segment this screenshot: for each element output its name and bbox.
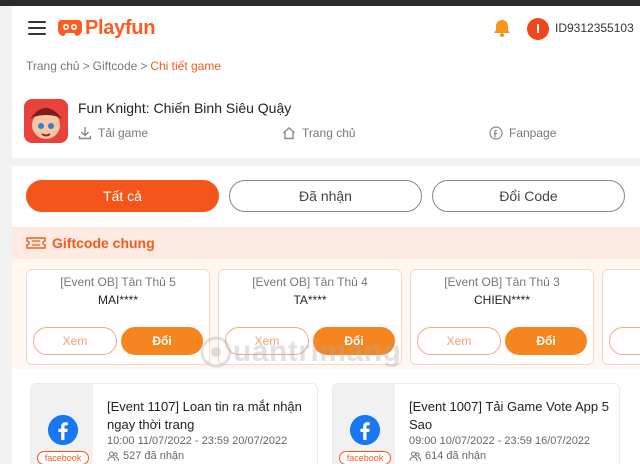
download-game-link[interactable]: Tải game — [78, 126, 148, 140]
event-title[interactable]: [Event 1007] Tải Game Vote App 5 Sao — [409, 398, 615, 434]
download-game-label: Tải game — [98, 126, 149, 140]
user-id[interactable]: ID9312355103 — [555, 21, 634, 35]
redeem-button[interactable]: Đổi — [505, 327, 587, 355]
download-icon — [78, 127, 92, 140]
avatar[interactable]: I — [527, 18, 549, 40]
view-button[interactable]: Xe — [609, 327, 640, 355]
event-source: facebook — [31, 384, 93, 464]
giftcode-name: [Event OB] Tân Thủ 3 — [444, 275, 560, 289]
facebook-icon — [48, 415, 78, 445]
source-badge: facebook — [37, 451, 89, 464]
breadcrumb-giftcode[interactable]: Giftcode — [93, 59, 138, 73]
source-badge: facebook — [339, 451, 391, 464]
users-icon — [107, 451, 119, 462]
homepage-link[interactable]: Trang chủ — [282, 126, 356, 140]
redeem-button[interactable]: Đổi — [121, 327, 203, 355]
giftcode-card: Xe — [602, 269, 640, 365]
brand-name: Playfun — [85, 16, 156, 39]
breadcrumb-current: Chi tiết game — [150, 59, 222, 73]
fanpage-label: Fanpage — [509, 126, 557, 140]
watermark-text: uantrimang — [233, 335, 402, 368]
event-claimed-count: 527 đã nhận — [107, 450, 184, 462]
event-claimed-count: 614 đã nhận — [409, 450, 486, 462]
homepage-label: Trang chủ — [302, 126, 356, 140]
main-content: Trang chủ > Giftcode > Chi tiết game Fun Kni… — [12, 50, 640, 464]
giftcode-value: TA**** — [293, 293, 327, 307]
bell-icon[interactable] — [492, 18, 512, 38]
playfun-logo[interactable]: Playfun — [58, 17, 155, 40]
facebook-icon — [350, 415, 380, 445]
giftcode-card: [Event OB] Tân Thủ 5 MAI**** Xem Đổi — [26, 269, 210, 365]
game-title: Fun Knight: Chiến Binh Siêu Quậy — [78, 100, 292, 116]
event-time: 09:00 10/07/2022 - 23:59 16/07/2022 — [409, 435, 591, 447]
tab-all[interactable]: Tất cả — [26, 180, 219, 212]
users-icon — [409, 451, 421, 462]
home-icon — [283, 127, 295, 140]
view-button[interactable]: Xem — [417, 327, 501, 355]
game-icon — [24, 99, 68, 143]
event-card[interactable]: facebook [Event 1007] Tải Game Vote App … — [332, 383, 620, 464]
fanpage-link[interactable]: Fanpage — [489, 126, 556, 140]
event-time: 10:00 11/07/2022 - 23:59 20/07/2022 — [107, 435, 288, 447]
event-source: facebook — [333, 384, 395, 464]
giftcode-name: [Event OB] Tân Thủ 4 — [252, 275, 368, 289]
gamepad-logo-icon — [58, 20, 82, 36]
watermark: uantrimang — [199, 335, 401, 369]
hamburger-icon[interactable] — [28, 21, 46, 35]
app-header: Playfun I ID9312355103 — [12, 6, 640, 50]
giftcode-value: CHIEN**** — [473, 293, 530, 307]
view-button[interactable]: Xem — [33, 327, 117, 355]
section-divider — [12, 158, 640, 166]
claimed-count-label: 614 đã nhận — [425, 450, 487, 462]
breadcrumb: Trang chủ > Giftcode > Chi tiết game — [26, 59, 222, 73]
giftcode-name: [Event OB] Tân Thủ 5 — [60, 275, 176, 289]
event-card[interactable]: facebook [Event 1107] Loan tin ra mắt nh… — [30, 383, 318, 464]
claimed-count-label: 527 đã nhận — [123, 450, 185, 462]
giftcode-section-header: Giftcode chung — [12, 227, 640, 259]
ticket-icon — [26, 237, 46, 249]
watermark-logo-icon — [200, 336, 232, 368]
event-title[interactable]: [Event 1107] Loan tin ra mắt nhận ngay t… — [107, 398, 313, 434]
giftcode-value: MAI**** — [97, 293, 138, 307]
facebook-small-icon — [489, 126, 503, 140]
giftcode-section-title: Giftcode chung — [52, 235, 155, 251]
tab-redeem-code[interactable]: Đổi Code — [432, 180, 625, 212]
giftcode-card: [Event OB] Tân Thủ 3 CHIEN**** Xem Đổi — [410, 269, 594, 365]
breadcrumb-home[interactable]: Trang chủ — [26, 59, 80, 73]
tab-received[interactable]: Đã nhận — [229, 180, 422, 212]
